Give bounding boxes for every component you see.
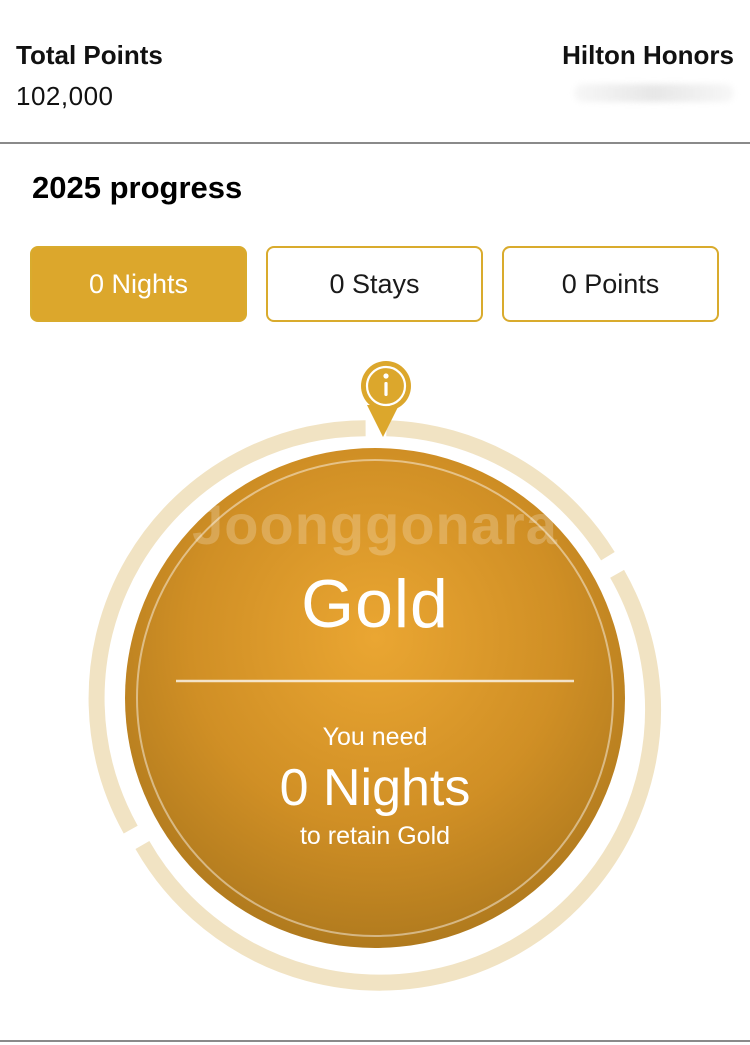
retain-label: to retain Gold — [299, 822, 451, 850]
member-number-blurred — [574, 84, 734, 102]
tab-points[interactable]: 0 Points — [502, 246, 719, 322]
bottom-divider — [0, 1040, 750, 1042]
tab-stays[interactable]: 0 Stays — [266, 246, 483, 322]
tab-nights[interactable]: 0 Nights — [30, 246, 247, 322]
progress-title: 2025 progress — [32, 170, 243, 205]
header: Total Points 102,000 Hilton Honors — [0, 0, 750, 142]
header-divider — [0, 142, 750, 144]
total-points-value: 102,000 — [16, 81, 114, 111]
tier-name: Gold — [301, 566, 449, 642]
need-value: 0 Nights — [279, 759, 471, 817]
total-points-label: Total Points — [16, 40, 163, 70]
watermark: Joonggonara — [192, 493, 558, 556]
program-name: Hilton Honors — [562, 40, 734, 70]
need-label: You need — [322, 723, 428, 751]
progress-ring — [88, 361, 662, 991]
